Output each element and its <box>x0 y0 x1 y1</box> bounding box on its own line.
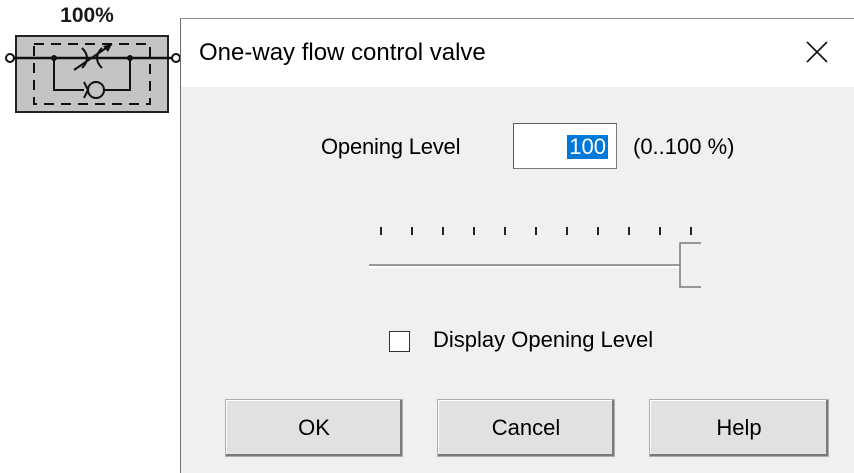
display-opening-level-label[interactable]: Display Opening Level <box>433 327 653 353</box>
slider-thumb[interactable] <box>679 242 701 288</box>
opening-level-value: 100 <box>567 134 608 159</box>
close-icon[interactable] <box>793 29 839 75</box>
ok-button[interactable]: OK <box>225 399 403 457</box>
ok-button-label: OK <box>298 415 330 440</box>
opening-level-range: (0..100 %) <box>633 134 735 159</box>
flow-control-dialog: One-way flow control valve Opening Level… <box>180 18 854 473</box>
one-way-flow-control-valve-icon[interactable] <box>4 28 182 114</box>
cancel-button-label: Cancel <box>491 415 561 440</box>
cancel-button[interactable]: Cancel <box>437 399 615 457</box>
opening-level-label: Opening Level <box>321 134 461 159</box>
display-opening-level-checkbox[interactable] <box>389 331 410 352</box>
help-button-label: Help <box>716 415 762 440</box>
help-button[interactable]: Help <box>649 399 829 457</box>
dialog-titlebar[interactable]: One-way flow control valve <box>181 19 854 87</box>
workspace: 100% One-way flow control valve Opening … <box>0 0 854 473</box>
dialog-title: One-way flow control valve <box>199 39 486 66</box>
opening-level-input[interactable]: 100 <box>513 123 617 169</box>
opening-level-slider[interactable] <box>351 199 701 289</box>
valve-opening-label: 100% <box>50 4 124 28</box>
